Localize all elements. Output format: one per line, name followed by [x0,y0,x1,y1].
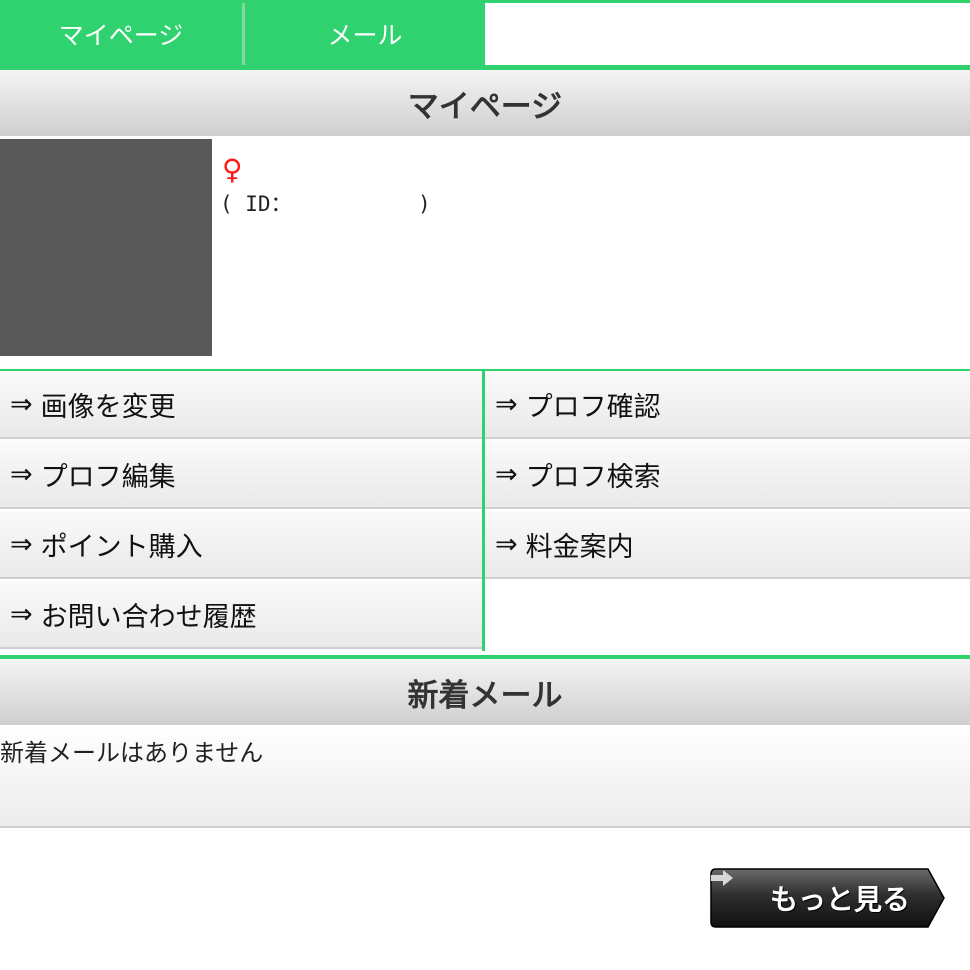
arrow-right-icon: ⇒ [10,388,33,420]
arrow-right-icon [711,870,733,886]
arrow-right-icon: ⇒ [10,458,33,490]
menu-item-pricing[interactable]: ⇒ 料金案内 [485,511,970,579]
avatar[interactable] [0,139,212,356]
menu-item-label: プロフ確認 [525,391,661,423]
new-mail-section-header: 新着メール [0,659,970,725]
menu-item-label: お問い合わせ履歴 [40,601,257,633]
more-button[interactable]: もっと見る [710,868,946,928]
gender-female-icon: ♀ [222,153,243,186]
top-tab-bar: マイページ メール [0,3,970,65]
menu-item-profile-edit[interactable]: ⇒ プロフ編集 [0,441,482,509]
page-title: マイページ [407,88,563,125]
tab-mypage-label: マイページ [58,21,184,50]
menu-item-change-image[interactable]: ⇒ 画像を変更 [0,371,482,439]
menu-item-label: ポイント購入 [40,531,203,563]
menu-item-label: プロフ編集 [40,461,176,493]
new-mail-title: 新着メール [407,677,563,714]
menu-item-inquiry-history[interactable]: ⇒ お問い合わせ履歴 [0,581,482,649]
menu-item-label: プロフ検索 [525,461,661,493]
new-mail-empty-message: 新着メールはありません [0,739,264,767]
menu-item-buy-points[interactable]: ⇒ ポイント購入 [0,511,482,579]
arrow-right-icon: ⇒ [495,388,518,420]
menu-item-profile-search[interactable]: ⇒ プロフ検索 [485,441,970,509]
user-id-text: ( ID： ) [220,192,431,216]
tab-mail-label: メール [327,21,403,50]
menu-item-label: 画像を変更 [40,391,176,423]
menu-item-profile-check[interactable]: ⇒ プロフ確認 [485,371,970,439]
menu-column-divider [482,371,485,651]
tab-mail[interactable]: メール [245,3,485,65]
arrow-right-icon: ⇒ [495,458,518,490]
more-button-label: もっと見る [770,883,911,916]
arrow-right-icon: ⇒ [10,598,33,630]
new-mail-list: 新着メールはありません [0,725,970,828]
mypage-section-header: マイページ [0,70,970,136]
menu-item-label: 料金案内 [525,531,634,563]
arrow-right-icon: ⇒ [495,528,518,560]
menu-empty-cell [485,581,970,649]
tab-mypage[interactable]: マイページ [0,3,242,65]
arrow-right-icon: ⇒ [10,528,33,560]
